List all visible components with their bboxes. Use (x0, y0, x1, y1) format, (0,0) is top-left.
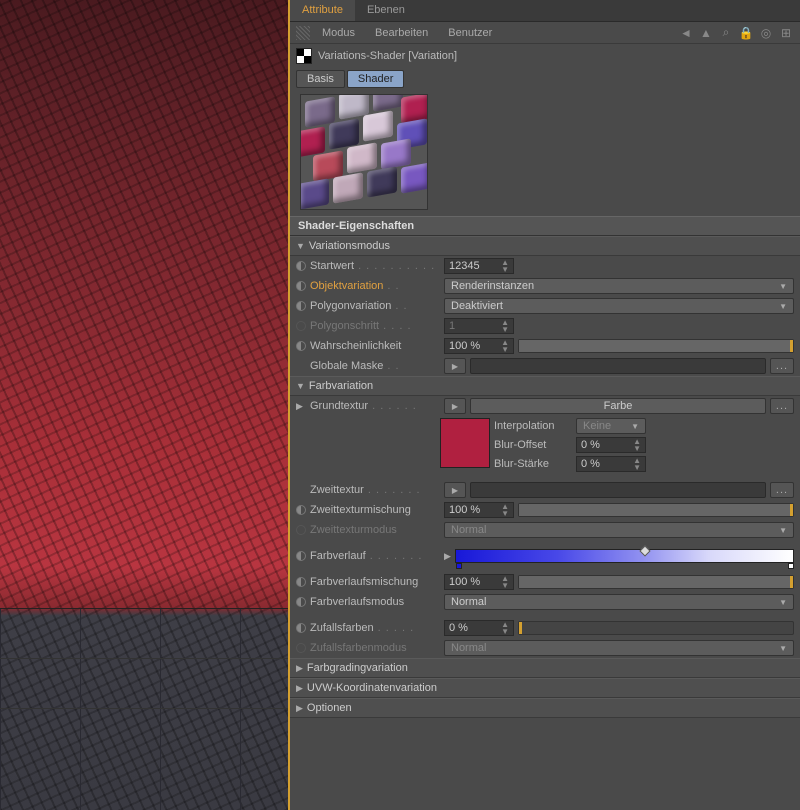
label-zufallsfarben: Zufallsfarben . . . . . (310, 622, 440, 634)
label-zweittextur-mode: Zweittexturmodus (310, 524, 440, 536)
dropdown-zufallsfarben-mode[interactable]: Normal▼ (444, 640, 794, 656)
texture2-browse-button[interactable]: ... (770, 482, 794, 498)
search-icon[interactable]: ⌕ (718, 25, 734, 41)
label-farbverlauf-mode: Farbverlaufsmodus (310, 596, 440, 608)
shader-icon (296, 48, 312, 64)
input-farbverlauf-mix[interactable]: 100 %▲▼ (444, 574, 514, 590)
drag-handle-icon[interactable] (296, 26, 310, 40)
group-variation-mode[interactable]: ▼Variationsmodus (290, 236, 800, 256)
anim-dot[interactable] (296, 341, 306, 351)
section-shader-properties: Shader-Eigenschaften (290, 216, 800, 236)
texture2-slot[interactable] (470, 482, 766, 498)
group-grading[interactable]: ▶Farbgradingvariation (290, 658, 800, 678)
texture-arrow-button[interactable]: ▶ (444, 398, 466, 414)
panel-tabs: Attribute Ebenen (290, 0, 800, 22)
disclosure-right-icon: ▶ (296, 703, 303, 714)
object-header: Variations-Shader [Variation] (290, 44, 800, 68)
new-tab-icon[interactable]: ⊞ (778, 25, 794, 41)
dropdown-objektvariation[interactable]: Renderinstanzen▼ (444, 278, 794, 294)
nav-back-icon[interactable]: ◄ (678, 25, 694, 41)
anim-dot[interactable] (296, 301, 306, 311)
anim-dot[interactable] (296, 577, 306, 587)
disclosure-right-icon: ▶ (296, 663, 303, 674)
subtabs: Basis Shader (290, 68, 800, 92)
label-globale-maske: Globale Maske . . (310, 360, 440, 372)
label-blur-offset: Blur-Offset (494, 439, 570, 451)
label-grundtextur: Grundtextur . . . . . . (310, 400, 440, 412)
attribute-panel: Attribute Ebenen Modus Bearbeiten Benutz… (290, 0, 800, 810)
anim-dot[interactable] (296, 623, 306, 633)
target-icon[interactable]: ◎ (758, 25, 774, 41)
anim-dot (296, 525, 306, 535)
subtab-shader[interactable]: Shader (347, 70, 404, 88)
input-zweittextur-mix[interactable]: 100 %▲▼ (444, 502, 514, 518)
label-zweittextur: Zweittextur . . . . . . . (310, 484, 440, 496)
slider-wahrscheinlichkeit[interactable] (518, 339, 794, 353)
tab-ebenen[interactable]: Ebenen (355, 0, 417, 21)
label-wahrscheinlichkeit: Wahrscheinlichkeit (310, 340, 440, 352)
menu-modus[interactable]: Modus (314, 27, 363, 39)
label-farbverlauf: Farbverlauf . . . . . . . (310, 550, 440, 562)
dropdown-interpolation[interactable]: Keine▼ (576, 418, 646, 434)
anim-dot[interactable] (296, 505, 306, 515)
color-swatch[interactable] (440, 418, 490, 468)
disclosure-down-icon: ▼ (296, 381, 305, 391)
mask-browse-button[interactable]: ... (770, 358, 794, 374)
label-blur-staerke: Blur-Stärke (494, 458, 570, 470)
anim-dot (296, 321, 306, 331)
menu-bearbeiten[interactable]: Bearbeiten (367, 27, 436, 39)
label-polygonschritt: Polygonschritt . . . . (310, 320, 440, 332)
group-uvw[interactable]: ▶UVW-Koordinatenvariation (290, 678, 800, 698)
label-startwert: Startwert . . . . . . . . . . (310, 260, 440, 272)
input-blur-staerke[interactable]: 0 %▲▼ (576, 456, 646, 472)
label-zufallsfarben-mode: Zufallsfarbenmodus (310, 642, 440, 654)
nav-up-icon[interactable]: ▲ (698, 25, 714, 41)
texture-browse-button[interactable]: ... (770, 398, 794, 414)
farbe-button[interactable]: Farbe (470, 398, 766, 414)
subtab-basis[interactable]: Basis (296, 70, 345, 88)
group-color-variation[interactable]: ▼Farbvariation (290, 376, 800, 396)
panel-menubar: Modus Bearbeiten Benutzer ◄ ▲ ⌕ 🔒 ◎ ⊞ (290, 22, 800, 44)
3d-viewport[interactable] (0, 0, 290, 810)
slider-farbverlauf-mix[interactable] (518, 575, 794, 589)
tab-attribute[interactable]: Attribute (290, 0, 355, 21)
input-zufallsfarben[interactable]: 0 %▲▼ (444, 620, 514, 636)
label-interpolation: Interpolation (494, 420, 570, 432)
label-objektvariation: Objektvariation . . (310, 280, 440, 292)
mask-slot[interactable] (470, 358, 766, 374)
disclosure-down-icon: ▼ (296, 241, 305, 251)
anim-dot[interactable] (296, 261, 306, 271)
anim-dot[interactable] (296, 551, 306, 561)
anim-dot[interactable] (296, 597, 306, 607)
label-farbverlauf-mix: Farbverlaufsmischung (310, 576, 440, 588)
dropdown-polygonvariation[interactable]: Deaktiviert▼ (444, 298, 794, 314)
input-polygonschritt: 1▲▼ (444, 318, 514, 334)
disclosure-right-icon[interactable]: ▶ (296, 401, 306, 412)
input-startwert[interactable]: 12345▲▼ (444, 258, 514, 274)
input-wahrscheinlichkeit[interactable]: 100 %▲▼ (444, 338, 514, 354)
label-polygonvariation: Polygonvariation . . (310, 300, 440, 312)
object-name: Variations-Shader [Variation] (318, 50, 457, 62)
menu-benutzer[interactable]: Benutzer (440, 27, 500, 39)
shader-preview[interactable] (300, 94, 428, 210)
dropdown-farbverlauf-mode[interactable]: Normal▼ (444, 594, 794, 610)
anim-dot[interactable] (296, 281, 306, 291)
slider-zufallsfarben[interactable] (518, 621, 794, 635)
disclosure-right-icon: ▶ (296, 683, 303, 694)
input-blur-offset[interactable]: 0 %▲▼ (576, 437, 646, 453)
anim-dot (296, 643, 306, 653)
texture2-arrow-button[interactable]: ▶ (444, 482, 466, 498)
dropdown-zweittextur-mode[interactable]: Normal▼ (444, 522, 794, 538)
gradient-editor[interactable] (455, 549, 794, 563)
mask-arrow-button[interactable]: ▶ (444, 358, 466, 374)
disclosure-right-icon[interactable]: ▶ (444, 551, 451, 562)
group-options[interactable]: ▶Optionen (290, 698, 800, 718)
slider-zweittextur-mix[interactable] (518, 503, 794, 517)
label-zweittextur-mix: Zweittexturmischung (310, 504, 440, 516)
lock-icon[interactable]: 🔒 (738, 25, 754, 41)
